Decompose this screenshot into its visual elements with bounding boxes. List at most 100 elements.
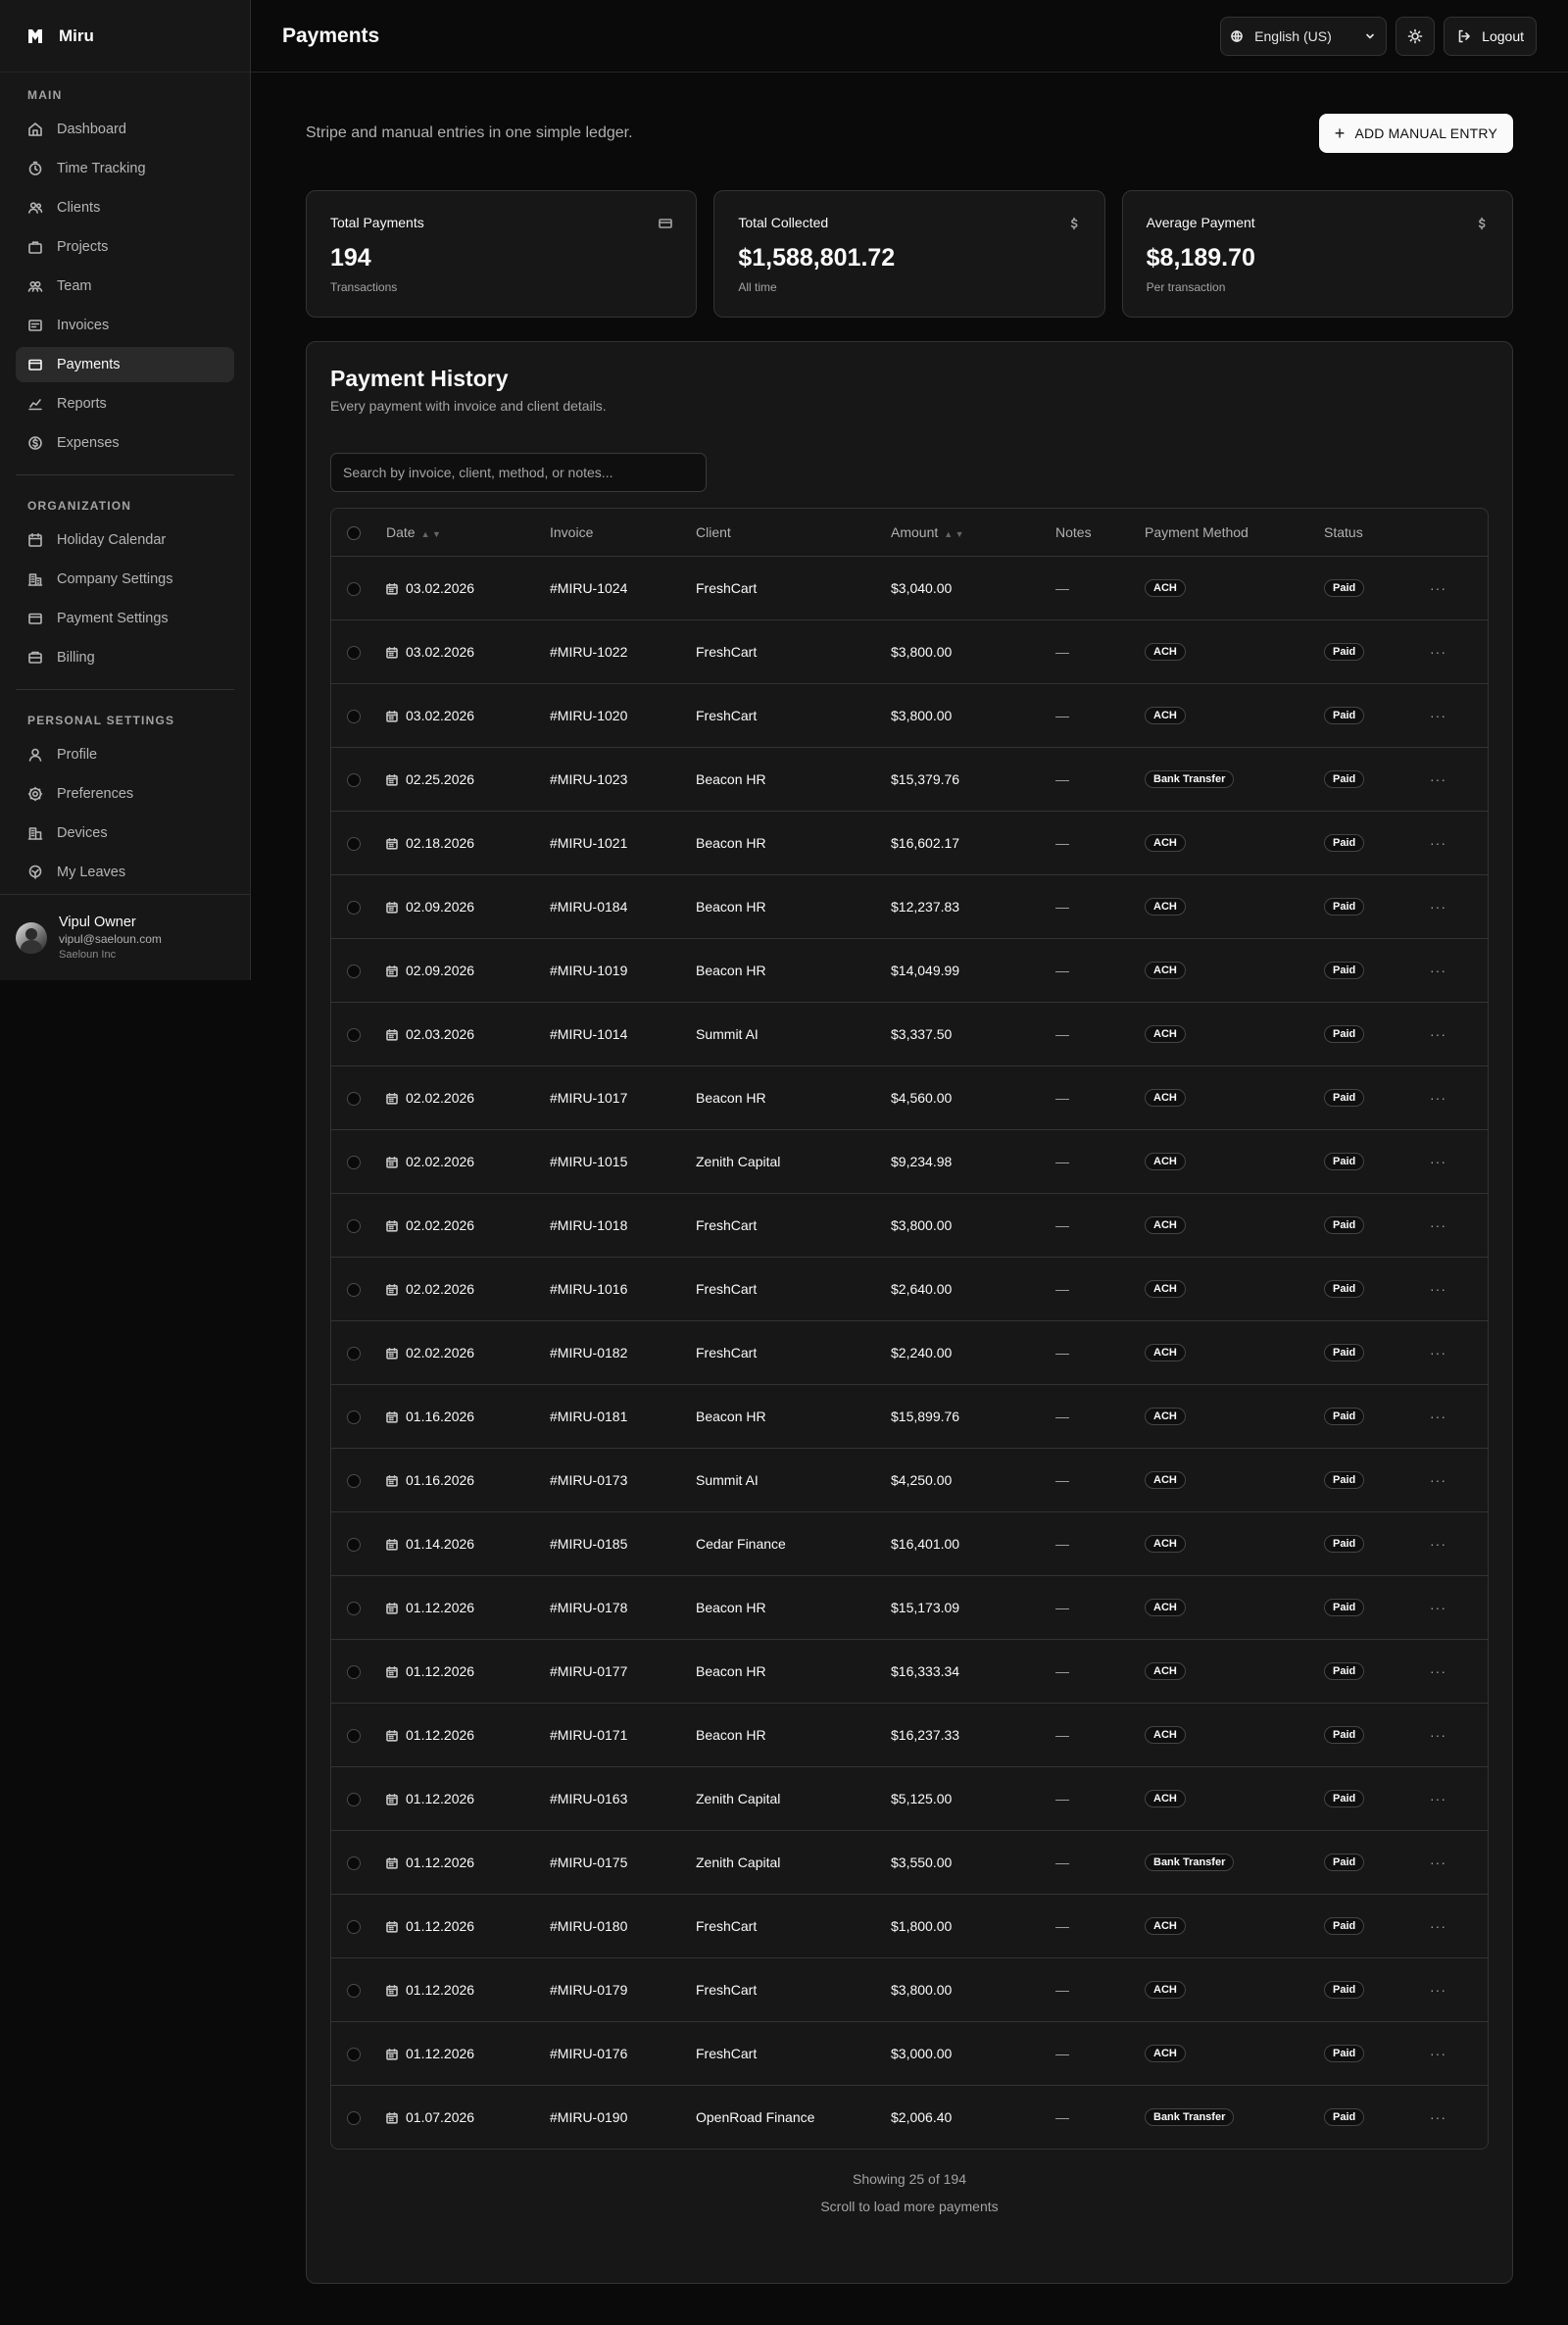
invoice-cell[interactable]: #MIRU-0177 [550, 1639, 696, 1704]
sidebar-item-payments[interactable]: Payments [16, 347, 234, 382]
more-actions-icon[interactable]: ··· [1430, 580, 1446, 596]
table-row[interactable]: 01.12.2026 #MIRU-0180 FreshCart $1,800.0… [331, 1894, 1488, 1958]
more-actions-icon[interactable]: ··· [1430, 644, 1446, 660]
invoice-cell[interactable]: #MIRU-1020 [550, 683, 696, 748]
sidebar-item-company-settings[interactable]: Company Settings [16, 562, 234, 597]
more-actions-icon[interactable]: ··· [1430, 899, 1446, 915]
sidebar-item-billing[interactable]: Billing [16, 640, 234, 675]
table-row[interactable]: 01.12.2026 #MIRU-0175 Zenith Capital $3,… [331, 1830, 1488, 1895]
invoice-cell[interactable]: #MIRU-1016 [550, 1257, 696, 1321]
row-select-checkbox[interactable] [347, 900, 361, 915]
logout-button[interactable]: Logout [1444, 16, 1537, 56]
invoice-cell[interactable]: #MIRU-1022 [550, 619, 696, 684]
table-row[interactable]: 03.02.2026 #MIRU-1020 FreshCart $3,800.0… [331, 683, 1488, 748]
row-select-checkbox[interactable] [347, 1919, 361, 1934]
more-actions-icon[interactable]: ··· [1430, 2109, 1446, 2125]
more-actions-icon[interactable]: ··· [1430, 1791, 1446, 1806]
invoice-cell[interactable]: #MIRU-0182 [550, 1320, 696, 1385]
more-actions-icon[interactable]: ··· [1430, 1982, 1446, 1998]
language-select[interactable]: English (US) [1220, 16, 1388, 56]
more-actions-icon[interactable]: ··· [1430, 1855, 1446, 1870]
more-actions-icon[interactable]: ··· [1430, 1600, 1446, 1615]
invoice-cell[interactable]: #MIRU-0163 [550, 1766, 696, 1831]
invoice-cell[interactable]: #MIRU-0178 [550, 1575, 696, 1640]
row-select-checkbox[interactable] [347, 1410, 361, 1424]
invoice-cell[interactable]: #MIRU-0173 [550, 1448, 696, 1512]
more-actions-icon[interactable]: ··· [1430, 963, 1446, 978]
row-select-checkbox[interactable] [347, 709, 361, 723]
more-actions-icon[interactable]: ··· [1430, 708, 1446, 723]
row-select-checkbox[interactable] [347, 1155, 361, 1169]
theme-toggle-button[interactable] [1396, 16, 1436, 56]
sidebar-item-preferences[interactable]: Preferences [16, 776, 234, 812]
table-row[interactable]: 01.12.2026 #MIRU-0176 FreshCart $3,000.0… [331, 2021, 1488, 2086]
table-row[interactable]: 02.09.2026 #MIRU-0184 Beacon HR $12,237.… [331, 874, 1488, 939]
sidebar-item-devices[interactable]: Devices [16, 816, 234, 851]
row-select-checkbox[interactable] [347, 1282, 361, 1297]
user-profile[interactable]: Vipul Owner vipul@saeloun.com Saeloun In… [0, 894, 250, 980]
more-actions-icon[interactable]: ··· [1430, 1727, 1446, 1743]
sidebar-item-my-leaves[interactable]: My Leaves [16, 855, 234, 890]
row-select-checkbox[interactable] [347, 836, 361, 851]
invoice-cell[interactable]: #MIRU-0190 [550, 2085, 696, 2149]
sidebar-item-invoices[interactable]: Invoices [16, 308, 234, 343]
table-row[interactable]: 02.02.2026 #MIRU-1017 Beacon HR $4,560.0… [331, 1065, 1488, 1130]
more-actions-icon[interactable]: ··· [1430, 2046, 1446, 2061]
row-select-checkbox[interactable] [347, 1728, 361, 1743]
brand[interactable]: Miru [0, 0, 250, 73]
invoice-cell[interactable]: #MIRU-0171 [550, 1703, 696, 1767]
table-row[interactable]: 01.12.2026 #MIRU-0171 Beacon HR $16,237.… [331, 1703, 1488, 1767]
column-header-amount[interactable]: Amount ▲ ▼ [891, 509, 1055, 557]
more-actions-icon[interactable]: ··· [1430, 1345, 1446, 1360]
table-row[interactable]: 01.16.2026 #MIRU-0181 Beacon HR $15,899.… [331, 1384, 1488, 1449]
more-actions-icon[interactable]: ··· [1430, 1472, 1446, 1488]
invoice-cell[interactable]: #MIRU-1023 [550, 747, 696, 812]
column-header-date[interactable]: Date ▲ ▼ [386, 509, 550, 557]
table-row[interactable]: 02.09.2026 #MIRU-1019 Beacon HR $14,049.… [331, 938, 1488, 1003]
table-row[interactable]: 02.02.2026 #MIRU-1016 FreshCart $2,640.0… [331, 1257, 1488, 1321]
sidebar-item-expenses[interactable]: Expenses [16, 425, 234, 461]
row-select-checkbox[interactable] [347, 1792, 361, 1806]
search-input[interactable] [330, 453, 707, 492]
row-select-checkbox[interactable] [347, 1091, 361, 1106]
invoice-cell[interactable]: #MIRU-1024 [550, 556, 696, 620]
sidebar-item-payment-settings[interactable]: Payment Settings [16, 601, 234, 636]
sidebar-item-profile[interactable]: Profile [16, 737, 234, 772]
sort-icon[interactable]: ▲ ▼ [944, 529, 963, 539]
invoice-cell[interactable]: #MIRU-0176 [550, 2021, 696, 2086]
invoice-cell[interactable]: #MIRU-1018 [550, 1193, 696, 1258]
sidebar-item-holiday-calendar[interactable]: Holiday Calendar [16, 522, 234, 558]
more-actions-icon[interactable]: ··· [1430, 1536, 1446, 1552]
row-select-checkbox[interactable] [347, 964, 361, 978]
row-select-checkbox[interactable] [347, 1218, 361, 1233]
more-actions-icon[interactable]: ··· [1430, 1281, 1446, 1297]
table-row[interactable]: 02.02.2026 #MIRU-1018 FreshCart $3,800.0… [331, 1193, 1488, 1258]
table-row[interactable]: 02.02.2026 #MIRU-0182 FreshCart $2,240.0… [331, 1320, 1488, 1385]
row-select-checkbox[interactable] [347, 1537, 361, 1552]
invoice-cell[interactable]: #MIRU-0184 [550, 874, 696, 939]
invoice-cell[interactable]: #MIRU-1019 [550, 938, 696, 1003]
table-row[interactable]: 03.02.2026 #MIRU-1024 FreshCart $3,040.0… [331, 556, 1488, 620]
more-actions-icon[interactable]: ··· [1430, 1663, 1446, 1679]
table-row[interactable]: 01.12.2026 #MIRU-0179 FreshCart $3,800.0… [331, 1957, 1488, 2022]
more-actions-icon[interactable]: ··· [1430, 1409, 1446, 1424]
table-row[interactable]: 02.18.2026 #MIRU-1021 Beacon HR $16,602.… [331, 811, 1488, 875]
invoice-cell[interactable]: #MIRU-0185 [550, 1511, 696, 1576]
row-select-checkbox[interactable] [347, 581, 361, 596]
table-row[interactable]: 03.02.2026 #MIRU-1022 FreshCart $3,800.0… [331, 619, 1488, 684]
sidebar-item-projects[interactable]: Projects [16, 229, 234, 265]
more-actions-icon[interactable]: ··· [1430, 1154, 1446, 1169]
row-select-checkbox[interactable] [347, 1473, 361, 1488]
table-row[interactable]: 01.12.2026 #MIRU-0177 Beacon HR $16,333.… [331, 1639, 1488, 1704]
table-row[interactable]: 01.14.2026 #MIRU-0185 Cedar Finance $16,… [331, 1511, 1488, 1576]
more-actions-icon[interactable]: ··· [1430, 1026, 1446, 1042]
more-actions-icon[interactable]: ··· [1430, 835, 1446, 851]
table-row[interactable]: 01.07.2026 #MIRU-0190 OpenRoad Finance $… [331, 2085, 1488, 2149]
row-select-checkbox[interactable] [347, 1664, 361, 1679]
invoice-cell[interactable]: #MIRU-1014 [550, 1002, 696, 1066]
table-row[interactable]: 02.02.2026 #MIRU-1015 Zenith Capital $9,… [331, 1129, 1488, 1194]
sidebar-item-reports[interactable]: Reports [16, 386, 234, 421]
invoice-cell[interactable]: #MIRU-0175 [550, 1830, 696, 1895]
row-select-checkbox[interactable] [347, 1601, 361, 1615]
row-select-checkbox[interactable] [347, 1855, 361, 1870]
